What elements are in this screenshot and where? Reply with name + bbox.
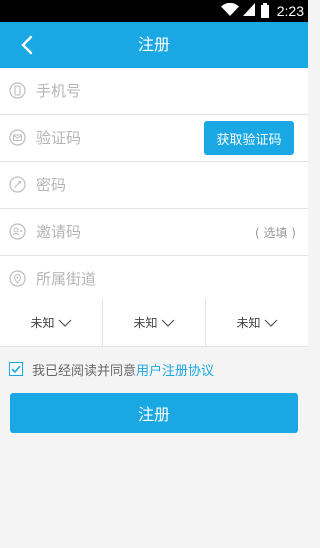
phone-icon <box>9 82 26 99</box>
get-code-button[interactable]: 获取验证码 <box>204 121 294 155</box>
app-header: 注册 <box>0 22 308 68</box>
signal-icon <box>242 3 255 19</box>
chevron-down-icon <box>264 319 277 327</box>
code-icon <box>9 129 26 146</box>
password-row <box>0 162 308 209</box>
phone-row <box>0 68 308 115</box>
agreement-text: 我已经阅读并同意 <box>32 363 137 379</box>
back-button[interactable] <box>14 32 40 58</box>
lock-icon <box>9 176 26 193</box>
register-button[interactable]: 注册 <box>10 393 298 433</box>
clock: 2:23 <box>276 3 304 19</box>
chevron-left-icon <box>21 35 33 55</box>
chevron-down-icon <box>161 319 174 327</box>
street-row <box>0 256 308 303</box>
agreement-checkbox[interactable] <box>9 362 23 376</box>
region-select-1[interactable]: 未知 <box>0 299 103 346</box>
battery-icon <box>260 2 269 18</box>
region-select-3[interactable]: 未知 <box>206 299 308 346</box>
invite-row: ( 选填 ) <box>0 209 308 256</box>
region-select-3-value: 未知 <box>236 316 261 330</box>
chevron-down-icon <box>58 319 71 327</box>
page-title: 注册 <box>137 35 170 54</box>
status-bar: 2:23 <box>0 0 308 22</box>
agreement-row: 我已经阅读并同意 用户注册协议 <box>9 360 214 379</box>
region-select-1-value: 未知 <box>30 316 55 330</box>
phone-input[interactable] <box>36 76 186 106</box>
code-input[interactable] <box>36 123 186 153</box>
region-selectors: 未知 未知 未知 <box>0 299 308 347</box>
code-row: 获取验证码 <box>0 115 308 162</box>
register-form: 获取验证码 ( 选填 ) <box>0 68 308 303</box>
checkmark-icon <box>11 365 21 373</box>
password-input[interactable] <box>36 170 186 200</box>
location-icon <box>9 270 26 287</box>
wifi-icon <box>220 2 239 19</box>
street-input[interactable] <box>36 264 186 294</box>
invite-input[interactable] <box>36 217 186 247</box>
agreement-link[interactable]: 用户注册协议 <box>136 360 214 379</box>
region-select-2-value: 未知 <box>133 316 158 330</box>
optional-hint: ( 选填 ) <box>255 226 296 240</box>
invite-icon <box>9 223 26 240</box>
region-select-2[interactable]: 未知 <box>103 299 206 346</box>
